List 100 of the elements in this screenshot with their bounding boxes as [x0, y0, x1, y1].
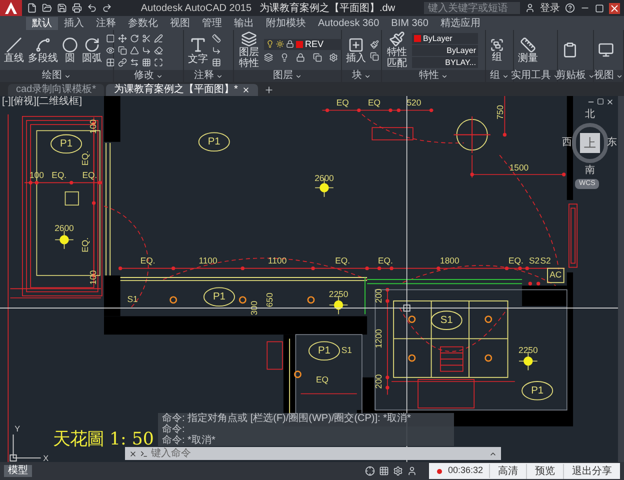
panel-title[interactable]: 图层 — [273, 70, 293, 82]
login-link[interactable]: 登录 — [540, 0, 560, 16]
ribbon-tab[interactable]: 视图 — [164, 17, 196, 30]
user-icon[interactable] — [406, 466, 417, 476]
lineweight-dropdown[interactable]: BYLAY... — [412, 56, 478, 68]
caret-icon[interactable] — [64, 72, 71, 80]
triangle-icon[interactable] — [130, 46, 139, 54]
caret-icon[interactable] — [502, 72, 509, 80]
recording-button[interactable]: 预览 — [527, 464, 564, 478]
linetype-dropdown[interactable]: ByLayer — [412, 44, 478, 56]
scissors-icon[interactable] — [142, 34, 151, 42]
app-logo-icon[interactable] — [0, 0, 22, 16]
panel-title[interactable]: 特性 — [419, 70, 439, 82]
save-icon[interactable] — [57, 3, 67, 13]
monitor-icon[interactable] — [598, 42, 614, 58]
ribbon-tool[interactable]: 直线 — [4, 36, 24, 64]
layout-tab[interactable]: 模型 — [4, 465, 32, 477]
fixture-outline — [372, 127, 414, 140]
ribbon-tool[interactable]: 圆 — [62, 36, 78, 64]
compass-label[interactable]: 北 — [585, 109, 595, 121]
leader-icon[interactable] — [212, 46, 221, 54]
scale-icon[interactable] — [154, 58, 163, 66]
new-tab-icon[interactable] — [264, 85, 274, 95]
pen-icon[interactable] — [154, 34, 163, 42]
rotate-icon[interactable] — [130, 34, 139, 42]
move-icon[interactable] — [118, 34, 127, 42]
panel-title[interactable]: 实用工具 — [511, 70, 551, 82]
caret-icon[interactable] — [441, 72, 448, 80]
attribute-icon[interactable] — [370, 52, 379, 60]
dimension-icon[interactable] — [212, 34, 221, 42]
ribbon-tab[interactable]: 参数化 — [122, 17, 164, 30]
ribbon-tab[interactable]: 默认 — [26, 17, 58, 30]
help-icon[interactable] — [565, 3, 575, 13]
layer-lock-icon[interactable] — [296, 52, 306, 62]
array-icon[interactable] — [142, 58, 151, 66]
caret-icon[interactable] — [616, 72, 623, 80]
layer-copy-icon[interactable] — [312, 52, 322, 62]
ribbon-tab[interactable]: 管理 — [196, 17, 228, 30]
search-field[interactable]: 键入关键字或短语 — [424, 2, 520, 14]
folder-icon[interactable] — [42, 3, 52, 13]
view-cube-face[interactable]: 上 — [580, 133, 600, 153]
settings-icon[interactable] — [392, 466, 403, 476]
layer-settings-icon[interactable] — [328, 52, 338, 62]
printer-icon[interactable] — [72, 3, 82, 13]
grid-icon[interactable] — [378, 466, 389, 476]
user-icon[interactable] — [525, 3, 535, 13]
close-icon[interactable] — [129, 450, 137, 458]
panel-title[interactable]: 绘图 — [42, 70, 62, 82]
command-line-text: 命令: *取消* — [162, 435, 216, 446]
ribbon-tab[interactable]: 附加模块 — [260, 17, 312, 30]
undo-icon[interactable] — [87, 3, 97, 13]
caret-icon[interactable] — [588, 72, 595, 80]
ribbon-tab[interactable]: BIM 360 — [385, 17, 434, 30]
ribbon-tool[interactable]: 圆弧 — [82, 36, 102, 64]
mirror-icon[interactable] — [130, 58, 139, 66]
prompt-icon[interactable] — [140, 450, 148, 458]
maximize-icon[interactable] — [595, 4, 604, 12]
link-icon[interactable] — [118, 58, 127, 66]
close-icon[interactable] — [242, 86, 250, 94]
document-tab[interactable]: 为课教育案例之【平面图】* — [106, 84, 258, 96]
ribbon-tool[interactable]: 多段线 — [28, 36, 58, 64]
ribbon-tab[interactable]: 精选应用 — [434, 17, 486, 30]
ribbon-tab[interactable]: 插入 — [58, 17, 90, 30]
compass-label[interactable]: 南 — [585, 165, 595, 177]
command-input[interactable]: 键入命令 — [125, 447, 501, 460]
redo-icon[interactable] — [102, 3, 112, 13]
ribbon-tool[interactable]: 特性匹配 — [386, 31, 408, 69]
command-field[interactable]: 键入命令 — [151, 446, 486, 461]
clipboard-icon[interactable] — [562, 42, 578, 58]
polyline-icon — [35, 36, 51, 52]
table-icon[interactable] — [212, 58, 221, 66]
ceiling-tag: P1 — [50, 134, 82, 154]
layer-icon[interactable] — [264, 52, 273, 62]
document-tab[interactable]: cad录制向课模板* — [8, 84, 104, 96]
caret-icon[interactable] — [216, 72, 223, 80]
compass-label[interactable]: 西 — [562, 137, 572, 149]
edit-icon[interactable] — [370, 40, 379, 48]
ribbon-tab[interactable]: Autodesk 360 — [312, 17, 386, 30]
color-dropdown[interactable]: ByLayer — [412, 32, 478, 44]
restore-icon[interactable] — [597, 98, 604, 105]
ribbon-tab[interactable]: 输出 — [228, 17, 260, 30]
close-icon[interactable] — [609, 2, 620, 14]
recording-button[interactable]: 退出分享 — [564, 464, 620, 478]
compass-label[interactable]: 东 — [607, 137, 617, 149]
caret-icon[interactable] — [295, 72, 302, 80]
snap-icon[interactable] — [364, 466, 375, 476]
hatch-icon[interactable] — [106, 58, 115, 66]
recording-button[interactable]: 高清 — [490, 464, 527, 478]
caret-icon[interactable] — [364, 72, 371, 80]
new-file-icon[interactable] — [27, 3, 37, 13]
corner-icon[interactable] — [142, 46, 151, 54]
ribbon-tab[interactable]: 注释 — [90, 17, 122, 30]
caret-icon[interactable] — [156, 72, 163, 80]
layer-off-icon[interactable] — [280, 52, 290, 62]
copy-icon[interactable] — [118, 46, 127, 54]
eraser-icon[interactable] — [154, 46, 163, 54]
scroll-bar[interactable] — [618, 96, 624, 462]
ribbon-tool[interactable]: 图层特性 — [238, 31, 260, 69]
layer-dropdown[interactable]: REV — [264, 38, 342, 50]
rectangle-icon[interactable] — [106, 34, 115, 42]
